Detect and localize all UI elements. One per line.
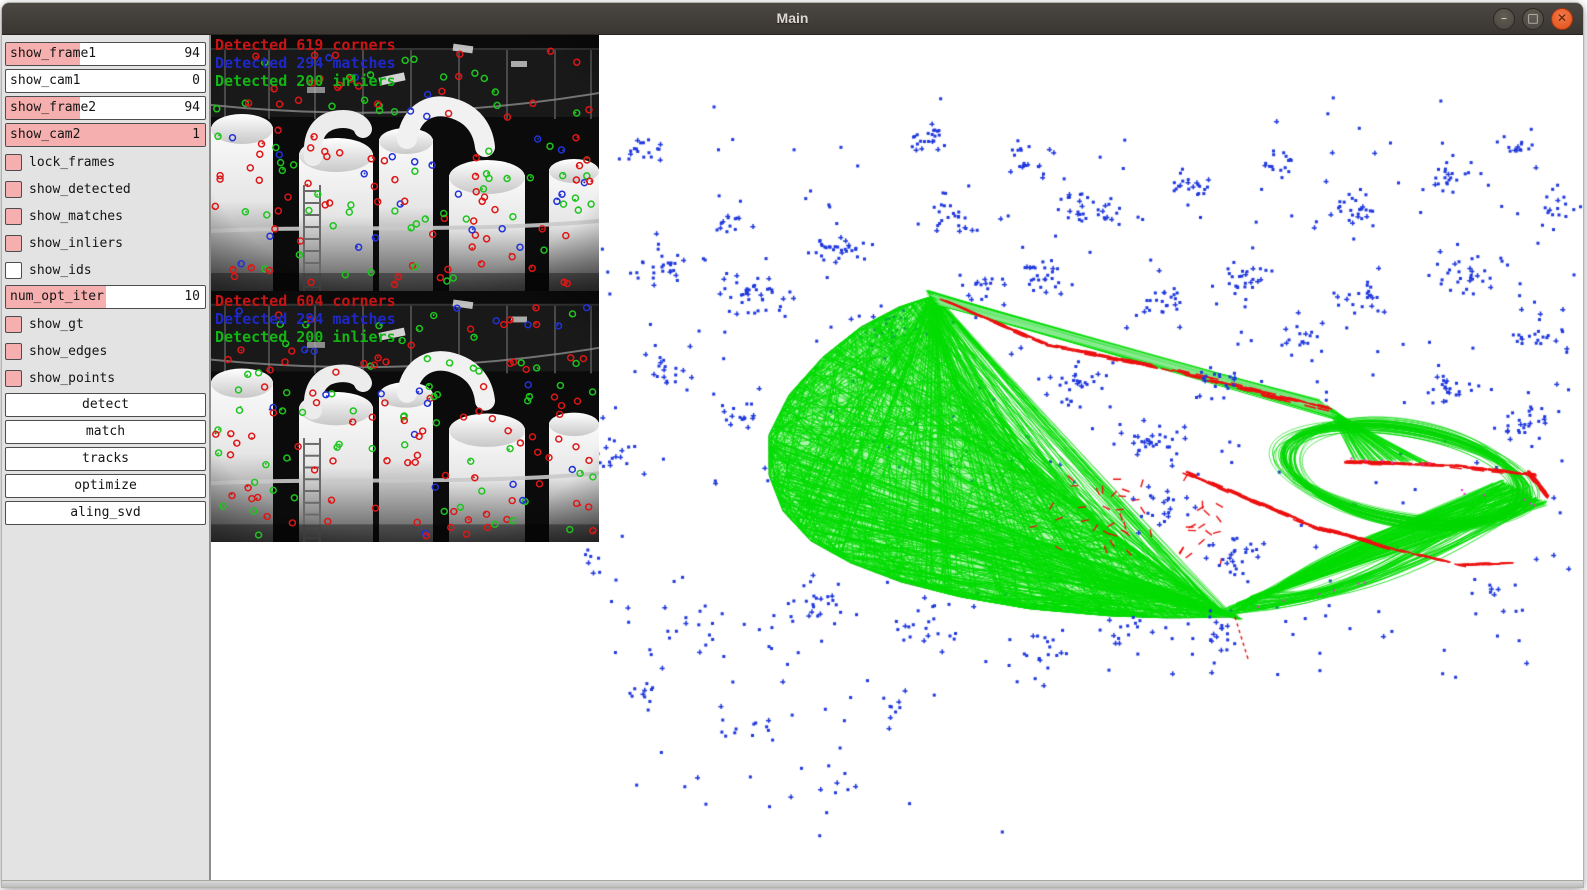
- checkbox-box[interactable]: [5, 343, 22, 360]
- slider-label: show_frame2: [10, 100, 96, 115]
- checkbox-box[interactable]: [5, 208, 22, 225]
- checkbox-show_detected[interactable]: show_detected: [5, 177, 206, 201]
- checkbox-box[interactable]: [5, 262, 22, 279]
- overlay-line: Detected 200 inliers: [215, 72, 396, 90]
- minimize-icon: –: [1494, 8, 1514, 28]
- slider-value: 1: [192, 127, 200, 142]
- maximize-icon: □: [1523, 8, 1543, 28]
- checkbox-box[interactable]: [5, 316, 22, 333]
- slider-label: show_cam2: [10, 127, 80, 142]
- camera-overlay-text: Detected 604 cornersDetected 294 matches…: [215, 292, 396, 346]
- checkbox-show_gt[interactable]: show_gt: [5, 312, 206, 336]
- close-icon: ✕: [1552, 8, 1572, 28]
- window-content: show_frame194show_cam10show_frame294show…: [2, 35, 1583, 880]
- checkbox-show_inliers[interactable]: show_inliers: [5, 231, 206, 255]
- slider-show_cam2[interactable]: show_cam2 1: [5, 123, 206, 147]
- checkbox-label: show_inliers: [29, 236, 123, 251]
- close-button[interactable]: ✕: [1551, 8, 1573, 30]
- slider-show_cam1[interactable]: show_cam1 0: [5, 69, 206, 93]
- main-window: Main – □ ✕ show_frame1 94 show_cam1 0 show_f…: [2, 3, 1583, 887]
- window-controls: – □ ✕: [1493, 8, 1573, 30]
- button-match[interactable]: match: [5, 420, 206, 444]
- button-aling_svd[interactable]: aling_svd: [5, 501, 206, 525]
- slider-label: show_frame1: [10, 46, 96, 61]
- checkbox-box[interactable]: [5, 154, 22, 171]
- overlay-line: Detected 294 matches: [215, 310, 396, 328]
- camera-view-1: Detected 619 cornersDetected 294 matches…: [211, 35, 599, 291]
- minimize-button[interactable]: –: [1493, 8, 1515, 30]
- slider-label: show_cam1: [10, 73, 80, 88]
- button-optimize[interactable]: optimize: [5, 474, 206, 498]
- checkbox-box[interactable]: [5, 181, 22, 198]
- gl-viewport[interactable]: Detected 619 cornersDetected 294 matches…: [211, 35, 1583, 880]
- slider-show_frame2[interactable]: show_frame2 94: [5, 96, 206, 120]
- camera-view-2: Detected 604 cornersDetected 294 matches…: [211, 291, 599, 542]
- checkbox-label: show_matches: [29, 209, 123, 224]
- slider-label: num_opt_iter: [10, 289, 104, 304]
- overlay-line: Detected 604 corners: [215, 292, 396, 310]
- control-panel: show_frame194show_cam10show_frame294show…: [2, 35, 211, 880]
- window-bottom-edge: [2, 880, 1583, 887]
- checkbox-box[interactable]: [5, 235, 22, 252]
- checkbox-show_edges[interactable]: show_edges: [5, 339, 206, 363]
- overlay-line: Detected 200 inliers: [215, 328, 396, 346]
- checkbox-label: show_points: [29, 371, 115, 386]
- checkbox-label: lock_frames: [29, 155, 115, 170]
- checkbox-box[interactable]: [5, 370, 22, 387]
- titlebar[interactable]: Main – □ ✕: [2, 3, 1583, 35]
- overlay-line: Detected 619 corners: [215, 36, 396, 54]
- slider-value: 94: [184, 100, 200, 115]
- slider-value: 0: [192, 73, 200, 88]
- checkbox-label: show_edges: [29, 344, 107, 359]
- slider-value: 94: [184, 46, 200, 61]
- checkbox-label: show_detected: [29, 182, 131, 197]
- camera-overlay-text: Detected 619 cornersDetected 294 matches…: [215, 36, 396, 90]
- checkbox-show_matches[interactable]: show_matches: [5, 204, 206, 228]
- checkbox-label: show_ids: [29, 263, 92, 278]
- slider-value: 10: [184, 289, 200, 304]
- checkbox-lock_frames[interactable]: lock_frames: [5, 150, 206, 174]
- button-detect[interactable]: detect: [5, 393, 206, 417]
- maximize-button[interactable]: □: [1522, 8, 1544, 30]
- checkbox-label: show_gt: [29, 317, 84, 332]
- checkbox-show_ids[interactable]: show_ids: [5, 258, 206, 282]
- overlay-line: Detected 294 matches: [215, 54, 396, 72]
- slider-num_opt_iter[interactable]: num_opt_iter 10: [5, 285, 206, 309]
- button-tracks[interactable]: tracks: [5, 447, 206, 471]
- checkbox-show_points[interactable]: show_points: [5, 366, 206, 390]
- slider-show_frame1[interactable]: show_frame1 94: [5, 42, 206, 66]
- window-title: Main: [2, 10, 1583, 26]
